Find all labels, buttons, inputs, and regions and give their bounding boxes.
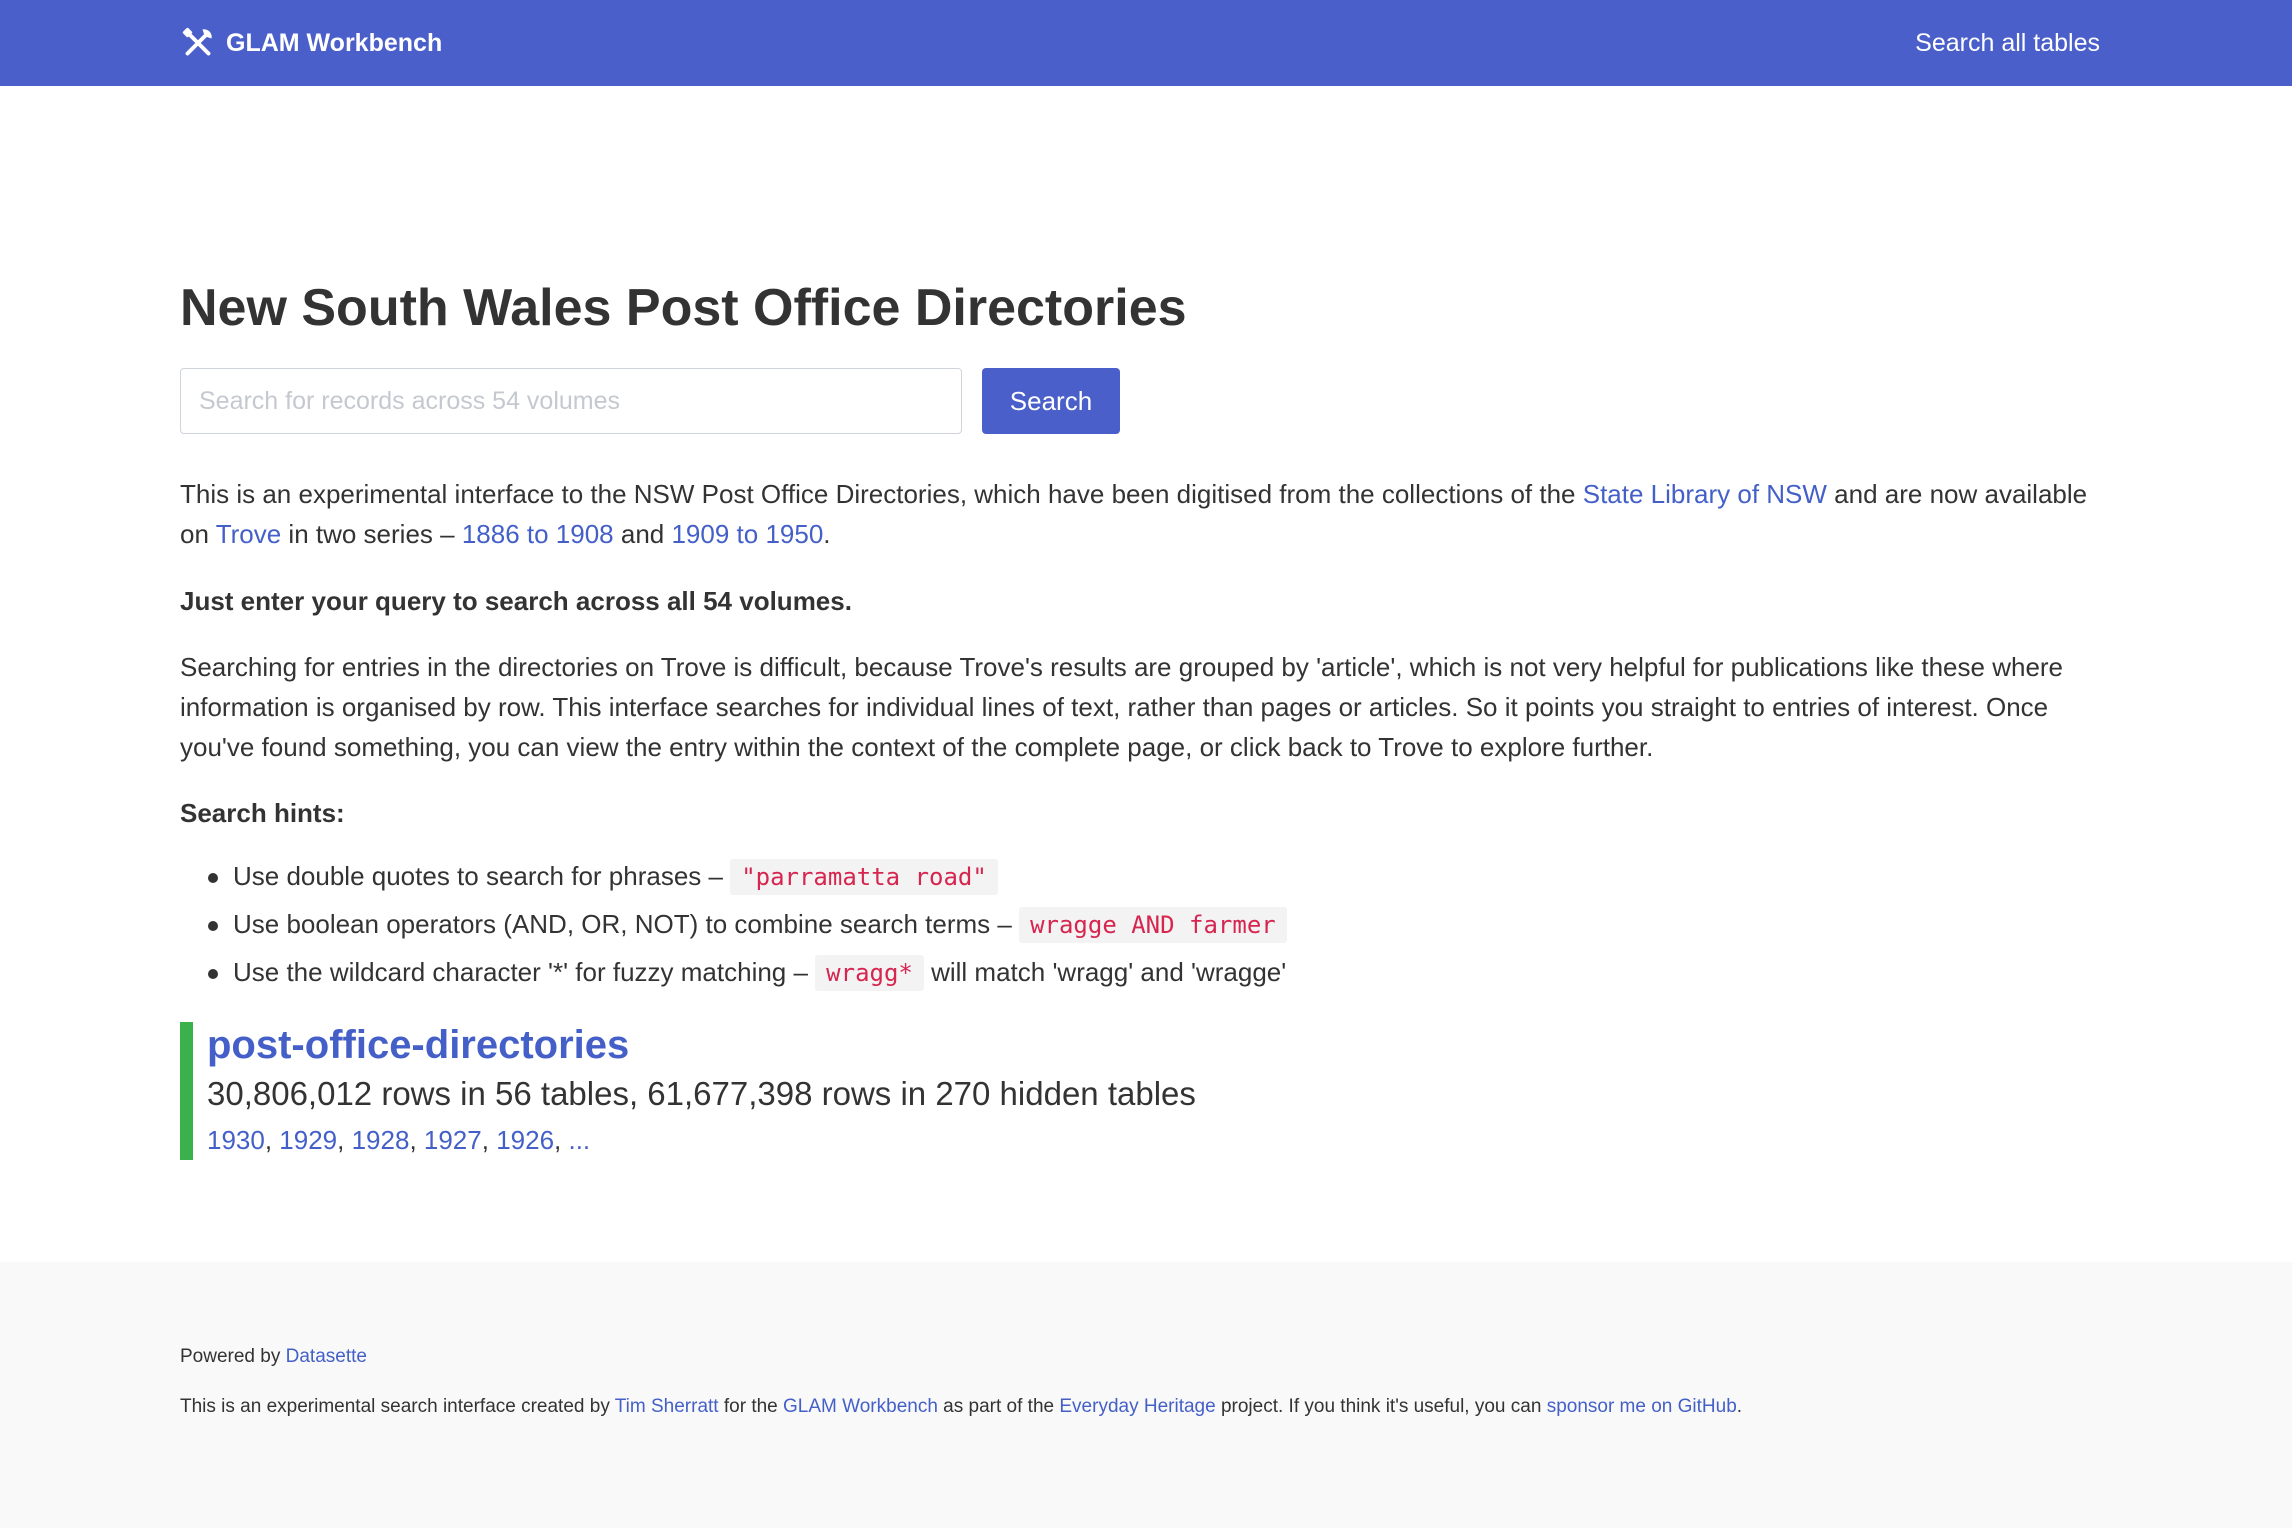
tim-sherratt-link[interactable]: Tim Sherratt xyxy=(615,1396,719,1417)
page-title: New South Wales Post Office Directories xyxy=(180,279,1187,337)
footer-text: project. If you think it's useful, you c… xyxy=(1215,1396,1547,1417)
footer-text: Powered by xyxy=(180,1346,286,1367)
hint-item: Use double quotes to search for phrases … xyxy=(208,853,2112,901)
series-1909-1950-link[interactable]: 1909 to 1950 xyxy=(671,519,823,549)
search-all-tables-link[interactable]: Search all tables xyxy=(1915,29,2100,58)
hint-item: Use boolean operators (AND, OR, NOT) to … xyxy=(208,901,2112,949)
hint-code: wragg* xyxy=(815,955,924,991)
hint-text: will match 'wragg' and 'wragge' xyxy=(923,957,1287,987)
table-link-1929[interactable]: 1929 xyxy=(279,1125,337,1155)
datasette-link[interactable]: Datasette xyxy=(286,1346,367,1367)
explanation-paragraph: Searching for entries in the directories… xyxy=(180,652,2064,762)
top-navbar: GLAM Workbench Search all tables xyxy=(0,0,2292,86)
database-row-counts: 30,806,012 rows in 56 tables, 61,677,398… xyxy=(207,1075,1196,1112)
hint-text: Use double quotes to search for phrases … xyxy=(233,861,731,891)
search-button[interactable]: Search xyxy=(982,368,1120,434)
database-link[interactable]: post-office-directories xyxy=(207,1022,2112,1068)
database-table-links: 1930, 1929, 1928, 1927, 1926, ... xyxy=(207,1120,2112,1160)
everyday-heritage-link[interactable]: Everyday Heritage xyxy=(1059,1396,1215,1417)
database-card: post-office-directories 30,806,012 rows … xyxy=(180,1022,2112,1160)
footer: Powered by Datasette This is an experime… xyxy=(0,1262,2292,1528)
intro-text: This is an experimental interface to the… xyxy=(180,479,1583,509)
sponsor-github-link[interactable]: sponsor me on GitHub xyxy=(1547,1396,1737,1417)
intro-text: and xyxy=(613,519,672,549)
hint-code: "parramatta road" xyxy=(730,859,998,895)
separator: , xyxy=(409,1125,424,1155)
hint-text: Use boolean operators (AND, OR, NOT) to … xyxy=(233,909,1020,939)
state-library-link[interactable]: State Library of NSW xyxy=(1583,479,1827,509)
powered-by: Powered by Datasette xyxy=(180,1342,2112,1372)
footer-text: . xyxy=(1736,1396,1743,1417)
separator: , xyxy=(337,1125,352,1155)
table-link-1930[interactable]: 1930 xyxy=(207,1125,265,1155)
table-link-1928[interactable]: 1928 xyxy=(352,1125,410,1155)
intro-text: . xyxy=(823,519,831,549)
footer-text: This is an experimental search interface… xyxy=(180,1396,615,1417)
main-content: New South Wales Post Office Directories … xyxy=(0,86,2292,1160)
hint-item: Use the wildcard character '*' for fuzzy… xyxy=(208,949,2112,997)
search-form: Search xyxy=(180,368,2112,434)
more-tables-link[interactable]: ... xyxy=(568,1125,590,1155)
hint-code: wragge AND farmer xyxy=(1019,907,1287,943)
brand-name: GLAM Workbench xyxy=(226,28,443,57)
brand-link[interactable]: GLAM Workbench xyxy=(180,25,442,61)
search-hints-heading: Search hints: xyxy=(180,798,345,828)
footer-text: as part of the xyxy=(937,1396,1060,1417)
footer-text: for the xyxy=(718,1396,784,1417)
tools-icon xyxy=(182,27,212,56)
hint-text: Use the wildcard character '*' for fuzzy… xyxy=(233,957,816,987)
separator: , xyxy=(264,1125,280,1155)
credits-text: This is an experimental search interface… xyxy=(180,1392,2112,1422)
table-link-1926[interactable]: 1926 xyxy=(496,1125,554,1155)
table-link-1927[interactable]: 1927 xyxy=(424,1125,482,1155)
intro-paragraph: This is an experimental interface to the… xyxy=(180,474,2112,554)
query-note: Just enter your query to search across a… xyxy=(180,586,852,616)
trove-link[interactable]: Trove xyxy=(216,519,282,549)
search-input[interactable] xyxy=(180,368,962,434)
separator: , xyxy=(554,1125,569,1155)
search-hints-list: Use double quotes to search for phrases … xyxy=(180,853,2112,997)
separator: , xyxy=(481,1125,497,1155)
series-1886-1908-link[interactable]: 1886 to 1908 xyxy=(462,519,614,549)
intro-text: in two series – xyxy=(281,519,462,549)
glam-workbench-link[interactable]: GLAM Workbench xyxy=(783,1396,938,1417)
